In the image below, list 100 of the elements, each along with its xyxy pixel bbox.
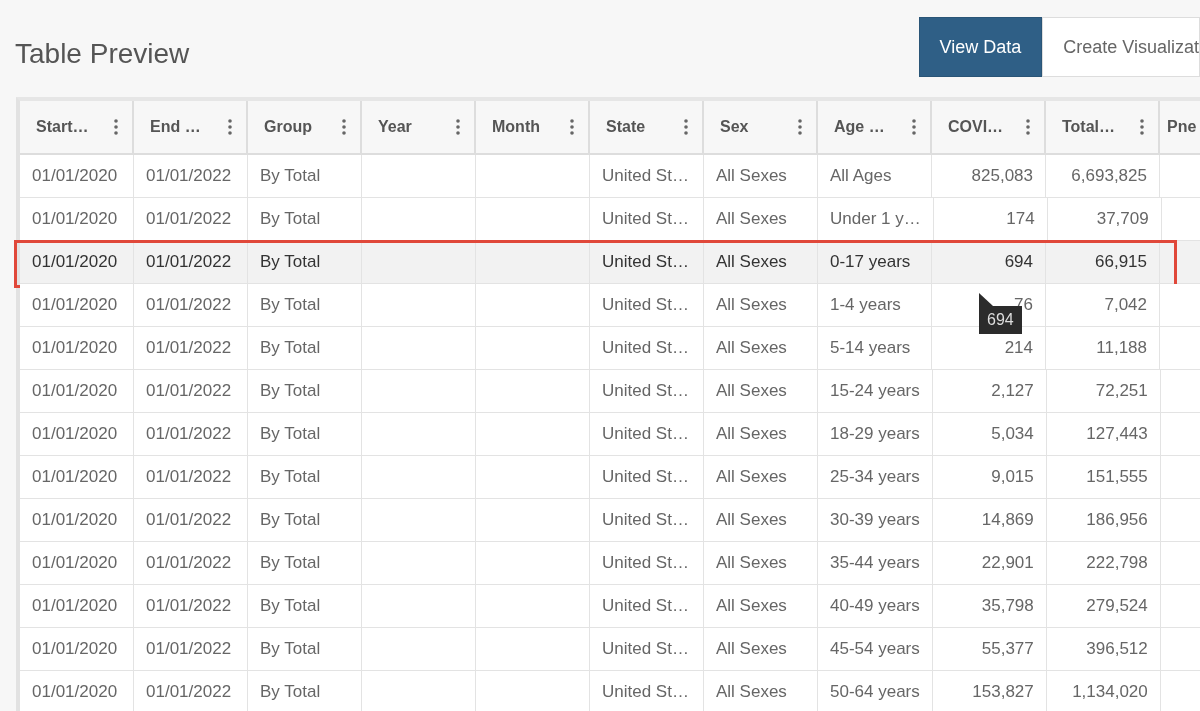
table-cell: By Total: [260, 424, 321, 444]
table-cell: 01/01/2022: [146, 596, 232, 616]
table-cell: 01/01/2022: [146, 252, 232, 272]
table-cell: 222,798: [1086, 553, 1148, 573]
table-cell: 22,901: [981, 553, 1034, 573]
table-cell: 01/01/2022: [146, 295, 232, 315]
table-cell: United St…: [602, 553, 689, 573]
table-cell: 0-17 years: [830, 252, 911, 272]
table-cell: 55,377: [981, 639, 1034, 659]
table-cell: United St…: [602, 682, 689, 702]
column-header[interactable]: Month: [476, 101, 590, 153]
table-cell: 01/01/2022: [146, 553, 232, 573]
view-toggle-button[interactable]: View Data: [918, 17, 1043, 77]
table-cell: By Total: [260, 295, 321, 315]
column-header[interactable]: State: [590, 101, 704, 153]
column-menu-icon[interactable]: [114, 119, 118, 135]
table-cell: 35,798: [981, 596, 1034, 616]
table-cell: 50-64 years: [830, 682, 920, 702]
table-cell: 01/01/2020: [32, 209, 118, 229]
table-cell: All Sexes: [716, 424, 787, 444]
table-cell: 01/01/2020: [32, 381, 118, 401]
column-menu-icon[interactable]: [1140, 119, 1144, 135]
table-cell: 151,555: [1086, 467, 1148, 487]
table-cell: 153,827: [972, 682, 1034, 702]
table-cell: All Sexes: [716, 166, 787, 186]
table-cell: 11,188: [1096, 338, 1147, 358]
table-cell: 01/01/2022: [146, 209, 232, 229]
table-cell: 7,042: [1104, 295, 1147, 315]
table-cell: 01/01/2020: [32, 596, 118, 616]
column-header[interactable]: Year: [362, 101, 476, 153]
table-cell: 18-29 years: [830, 424, 920, 444]
column-menu-icon[interactable]: [798, 119, 802, 135]
column-header[interactable]: Total…: [1046, 101, 1160, 153]
table-cell: United St…: [602, 639, 689, 659]
table-cell: 01/01/2022: [146, 338, 232, 358]
column-menu-icon[interactable]: [342, 119, 346, 135]
table-cell: 25-34 years: [830, 467, 920, 487]
table-cell: All Sexes: [716, 209, 787, 229]
table-cell: 279,524: [1086, 596, 1148, 616]
column-header[interactable]: Age …: [818, 101, 932, 153]
column-menu-icon[interactable]: [456, 119, 460, 135]
table-cell: All Sexes: [716, 553, 787, 573]
table-cell: 14,869: [981, 510, 1034, 530]
view-toggle-button[interactable]: Create Visualizat: [1042, 17, 1200, 77]
table-cell: 01/01/2020: [32, 553, 118, 573]
table-cell: 186,956: [1086, 510, 1148, 530]
table-cell: 174: [1006, 209, 1035, 229]
table-cell: By Total: [260, 639, 321, 659]
table-cell: 01/01/2022: [146, 166, 232, 186]
table-cell: United St…: [602, 209, 689, 229]
table-cell: United St…: [602, 252, 689, 272]
table-cell: All Sexes: [716, 295, 787, 315]
table-cell: 127,443: [1086, 424, 1148, 444]
column-header[interactable]: Sex: [704, 101, 818, 153]
table-cell: 01/01/2020: [32, 510, 118, 530]
table-cell: All Sexes: [716, 510, 787, 530]
table-cell: 01/01/2022: [146, 639, 232, 659]
table-cell: By Total: [260, 467, 321, 487]
table-cell: 01/01/2020: [32, 424, 118, 444]
table-cell: All Sexes: [716, 252, 787, 272]
table-cell: All Ages: [830, 166, 892, 186]
table-cell: United St…: [602, 510, 689, 530]
table-cell: 01/01/2020: [32, 252, 118, 272]
column-header[interactable]: COVI…: [932, 101, 1046, 153]
table-cell: 5,034: [991, 424, 1034, 444]
table-cell: 01/01/2020: [32, 338, 118, 358]
table-cell: All Sexes: [716, 338, 787, 358]
table-cell: 214: [1004, 338, 1033, 358]
table-cell: 01/01/2022: [146, 424, 232, 444]
table-cell: United St…: [602, 467, 689, 487]
table-cell: 2,127: [991, 381, 1034, 401]
table-cell: 5-14 years: [830, 338, 911, 358]
column-menu-icon[interactable]: [1026, 119, 1030, 135]
table-cell: 01/01/2022: [146, 381, 232, 401]
table-cell: 01/01/2022: [146, 510, 232, 530]
table-cell: All Sexes: [716, 381, 787, 401]
column-menu-icon[interactable]: [228, 119, 232, 135]
table-cell: 72,251: [1095, 381, 1148, 401]
column-menu-icon[interactable]: [570, 119, 574, 135]
table-cell: By Total: [260, 381, 321, 401]
table-cell: By Total: [260, 166, 321, 186]
table-cell: Under 1 y…: [830, 209, 921, 229]
table-cell: 825,083: [971, 166, 1033, 186]
column-header[interactable]: Pne: [1160, 101, 1200, 153]
table-cell: 01/01/2022: [146, 467, 232, 487]
column-header[interactable]: Start…: [20, 101, 134, 153]
table-cell: By Total: [260, 553, 321, 573]
table-cell: 1,134,020: [1072, 682, 1148, 702]
table-cell: 694: [1004, 252, 1033, 272]
table-cell: 66,915: [1095, 252, 1147, 272]
column-header[interactable]: End …: [134, 101, 248, 153]
column-menu-icon[interactable]: [684, 119, 688, 135]
column-header[interactable]: Group: [248, 101, 362, 153]
table-cell: All Sexes: [716, 596, 787, 616]
table-cell: All Sexes: [716, 639, 787, 659]
table-cell: 45-54 years: [830, 639, 920, 659]
table-cell: United St…: [602, 295, 689, 315]
table-cell: 1-4 years: [830, 295, 901, 315]
table-cell: 01/01/2020: [32, 467, 118, 487]
column-menu-icon[interactable]: [912, 119, 916, 135]
